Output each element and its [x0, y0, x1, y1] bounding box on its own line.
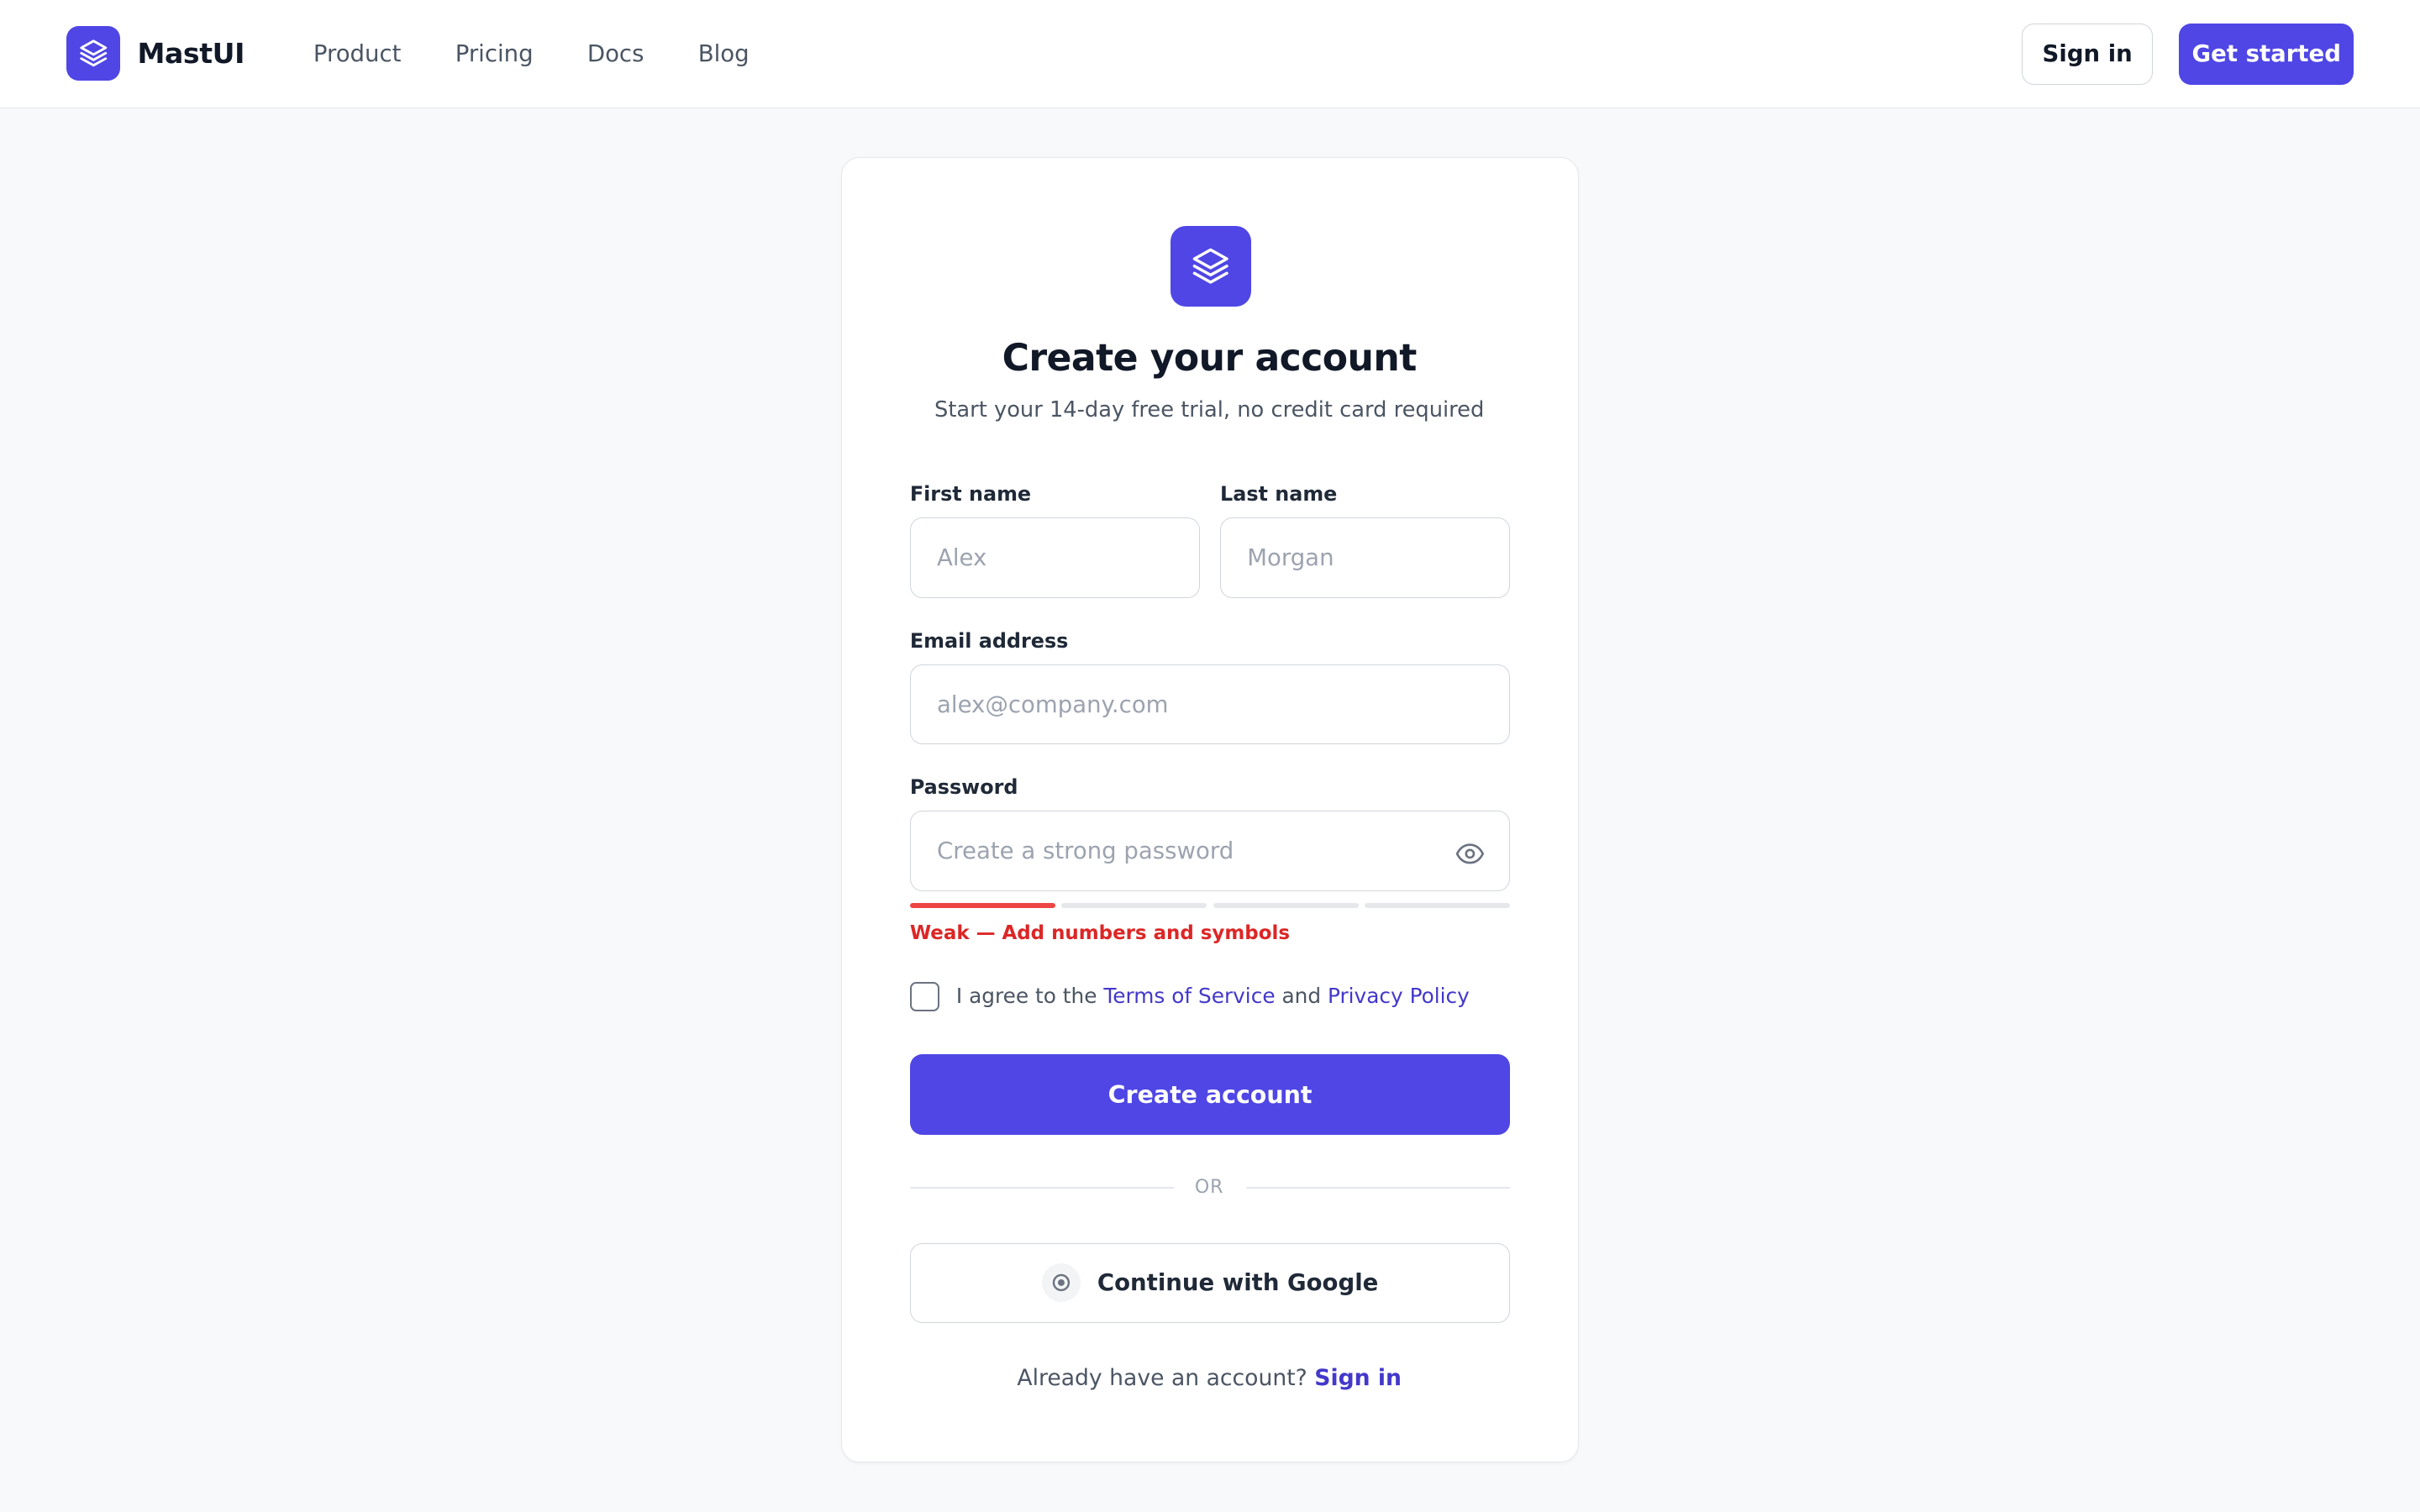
privacy-policy-link[interactable]: Privacy Policy — [1328, 984, 1470, 1008]
password-input[interactable] — [909, 811, 1511, 891]
nav-item-docs[interactable]: Docs — [587, 39, 644, 70]
create-account-button[interactable]: Create account — [909, 1054, 1511, 1135]
divider-line — [1246, 1187, 1511, 1189]
nav-item-pricing[interactable]: Pricing — [455, 39, 534, 70]
terms-of-service-link[interactable]: Terms of Service — [1103, 984, 1275, 1008]
layers-icon — [66, 26, 121, 81]
password-strength-meter — [909, 903, 1511, 908]
password-label: Password — [909, 775, 1018, 800]
first-name-input[interactable] — [909, 517, 1201, 598]
terms-agreement: I agree to the Terms of Service and Priv… — [956, 984, 1470, 1008]
email-label: Email address — [909, 628, 1069, 653]
email-input[interactable] — [909, 664, 1511, 745]
terms-checkbox[interactable] — [909, 982, 939, 1012]
get-started-button[interactable]: Get started — [2179, 23, 2354, 86]
signin-prompt-text: Already have an account? — [1017, 1364, 1307, 1391]
brand-name: MastUI — [137, 36, 245, 70]
signup-page: MastUI Product Pricing Docs Blog Sign in… — [0, 0, 2420, 1512]
signup-card: Create your account Start your 14-day fr… — [841, 157, 1579, 1463]
strength-segment — [909, 903, 1055, 908]
nav-signin-button[interactable]: Sign in — [2022, 23, 2154, 86]
strength-segment — [1365, 903, 1511, 908]
terms-conjunction: and — [1281, 983, 1322, 1008]
main-nav: Product Pricing Docs Blog — [313, 39, 803, 70]
nav-item-blog[interactable]: Blog — [698, 39, 750, 70]
last-name-label: Last name — [1220, 482, 1338, 507]
layers-icon — [1171, 226, 1251, 307]
strength-segment — [1061, 903, 1207, 908]
signin-link[interactable]: Sign in — [1314, 1365, 1402, 1391]
terms-prefix: I agree to the — [955, 983, 1097, 1008]
google-button-label: Continue with Google — [1097, 1269, 1379, 1297]
password-strength-text: Weak — Add numbers and symbols — [909, 921, 1290, 944]
top-navbar: MastUI Product Pricing Docs Blog Sign in… — [0, 0, 2420, 108]
last-name-input[interactable] — [1220, 517, 1511, 598]
nav-item-product[interactable]: Product — [313, 39, 402, 70]
page-subtitle: Start your 14-day free trial, no credit … — [934, 397, 1485, 423]
strength-segment — [1213, 903, 1359, 908]
google-icon — [1041, 1263, 1081, 1303]
eye-icon[interactable] — [1452, 836, 1489, 873]
first-name-label: First name — [909, 482, 1032, 507]
continue-with-google-button[interactable]: Continue with Google — [909, 1242, 1511, 1324]
signin-prompt: Already have an account? Sign in — [842, 1365, 1576, 1391]
page-title: Create your account — [1002, 337, 1418, 381]
brand[interactable]: MastUI — [66, 26, 245, 81]
